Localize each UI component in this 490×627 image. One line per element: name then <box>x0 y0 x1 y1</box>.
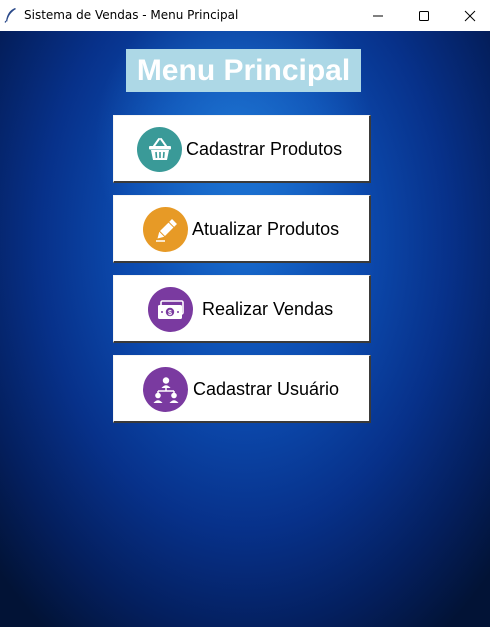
svg-text:$: $ <box>168 309 172 316</box>
users-network-icon <box>143 367 188 412</box>
minimize-icon <box>373 15 383 16</box>
cadastrar-produtos-button[interactable]: Cadastrar Produtos <box>113 115 371 183</box>
feather-icon <box>4 8 16 23</box>
realizar-vendas-label: Realizar Vendas <box>202 299 334 319</box>
cadastrar-usuario-label: Cadastrar Usuário <box>193 379 340 399</box>
money-icon: $ <box>148 287 193 332</box>
atualizar-produtos-button[interactable]: Atualizar Produtos <box>113 195 371 263</box>
main-window-content: Menu Principal Cadastrar Produtos Atuali… <box>0 31 490 627</box>
close-icon <box>464 10 476 21</box>
close-button[interactable] <box>447 0 490 31</box>
cadastrar-produtos-label: Cadastrar Produtos <box>186 139 343 159</box>
title-bar: Sistema de Vendas - Menu Principal <box>0 0 490 31</box>
window-title: Sistema de Vendas - Menu Principal <box>24 8 239 22</box>
cadastrar-usuario-button[interactable]: Cadastrar Usuário <box>113 355 371 423</box>
pencil-icon <box>143 207 188 252</box>
maximize-button[interactable] <box>401 0 447 31</box>
maximize-icon <box>419 10 429 21</box>
minimize-button[interactable] <box>355 0 401 31</box>
basket-icon <box>137 127 182 172</box>
atualizar-produtos-label: Atualizar Produtos <box>192 219 340 239</box>
realizar-vendas-button[interactable]: $ Realizar Vendas <box>113 275 371 343</box>
page-title: Menu Principal <box>126 49 361 92</box>
